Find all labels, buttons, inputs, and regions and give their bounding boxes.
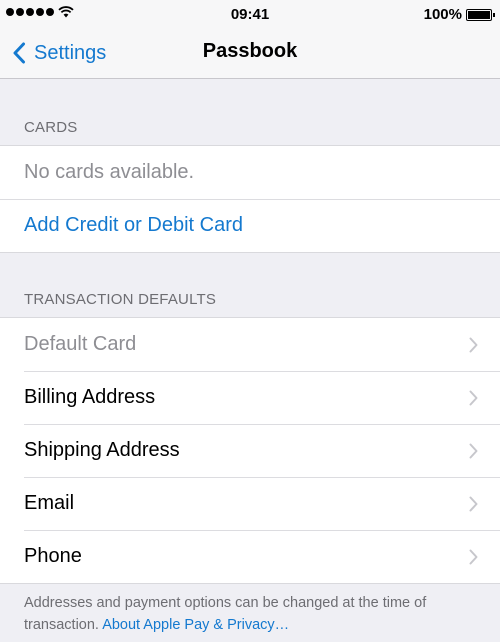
add-card-label: Add Credit or Debit Card [24,214,243,236]
no-cards-label: No cards available. [24,161,195,183]
page-title: Passbook [202,40,298,62]
billing-address-row[interactable]: Billing Address [0,371,500,424]
shipping-address-row[interactable]: Shipping Address [0,424,500,477]
add-card-button[interactable]: Add Credit or Debit Card [0,199,500,252]
email-row[interactable]: Email [0,477,500,530]
navigation-bar: Settings Passbook [0,28,500,79]
cards-group: No cards available. Add Credit or Debit … [0,145,500,253]
transaction-defaults-header: TRANSACTION DEFAULTS [24,291,217,308]
no-cards-row: No cards available. [0,146,500,199]
default-card-row[interactable]: Default Card [0,318,500,371]
chevron-right-icon [469,390,478,406]
chevron-right-icon [469,443,478,459]
battery-level [468,10,490,19]
default-card-label: Default Card [24,333,137,355]
chevron-right-icon [469,549,478,565]
battery-icon [466,8,495,21]
chevron-right-icon [469,496,478,512]
chevron-right-icon [469,337,478,353]
shipping-address-label: Shipping Address [24,439,180,461]
battery-percent: 100% [423,6,462,23]
billing-address-label: Billing Address [24,386,156,408]
privacy-link[interactable]: About Apple Pay & Privacy… [102,617,289,633]
status-bar: 09:41 100% [0,0,500,28]
email-label: Email [24,492,75,514]
phone-label: Phone [24,545,82,567]
footer-note: Addresses and payment options can be cha… [24,592,484,636]
phone-row[interactable]: Phone [0,530,500,583]
transaction-defaults-group: Default Card Billing Address Shipping Ad… [0,317,500,584]
status-right: 100% [423,6,495,23]
cards-section-header: CARDS [24,119,78,136]
